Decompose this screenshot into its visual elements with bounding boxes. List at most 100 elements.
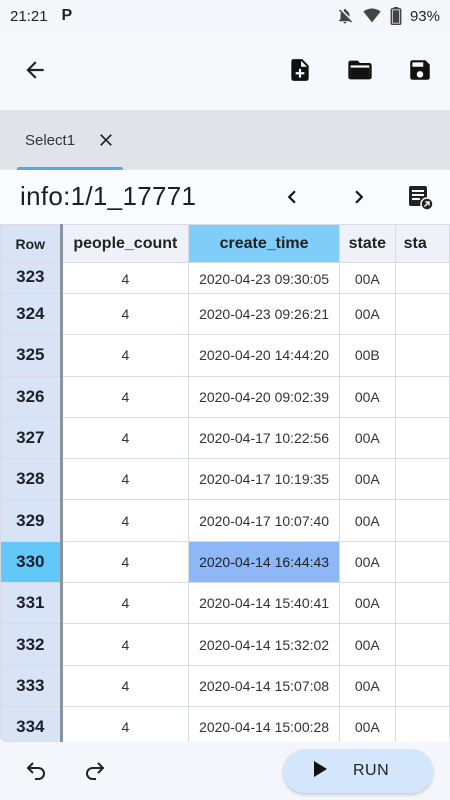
redo-button[interactable] (73, 749, 117, 793)
state-2-cell[interactable] (394, 416, 450, 460)
tab-label: Select1 (25, 131, 76, 149)
row-number-cell[interactable]: 327 (0, 416, 63, 460)
people-count-cell[interactable]: 4 (60, 664, 190, 707)
result-title: info:1/1_17771 (20, 181, 197, 211)
back-button[interactable] (13, 48, 57, 92)
state-2-cell[interactable] (394, 458, 450, 501)
tab-select1[interactable]: Select1 (17, 110, 123, 170)
create-time-cell[interactable]: 2020-04-17 10:07:40 (188, 499, 341, 542)
redo-icon (83, 759, 107, 783)
people-count-cell[interactable]: 4 (60, 334, 190, 377)
next-page-button[interactable] (337, 175, 381, 219)
table-row[interactable]: 327 4 2020-04-17 10:22:56 00A (0, 416, 450, 460)
row-number-cell[interactable]: 323 (0, 262, 63, 294)
state-2-cell[interactable] (394, 664, 450, 707)
state-2-cell[interactable] (394, 262, 450, 294)
state-cell[interactable]: 00A (339, 582, 396, 625)
state-cell[interactable]: 00A (339, 292, 396, 336)
table-row[interactable]: 332 4 2020-04-14 15:32:02 00A (0, 623, 450, 666)
state-cell[interactable]: 00A (339, 262, 396, 294)
state-2-cell[interactable] (394, 334, 450, 377)
row-number-cell[interactable]: 326 (0, 375, 63, 418)
row-number-cell[interactable]: 329 (0, 499, 63, 542)
column-header-people-count[interactable]: people_count (60, 224, 190, 263)
table-row[interactable]: 325 4 2020-04-20 14:44:20 00B (0, 334, 450, 377)
state-cell[interactable]: 00A (339, 375, 396, 418)
state-cell[interactable]: 00A (339, 623, 396, 666)
column-header-row[interactable]: Row (0, 224, 63, 263)
row-number-cell[interactable]: 324 (0, 292, 63, 336)
column-header-create-time[interactable]: create_time (188, 224, 341, 263)
row-number-cell[interactable]: 328 (0, 458, 63, 501)
column-header-state[interactable]: state (339, 224, 396, 263)
row-number-cell[interactable]: 333 (0, 664, 63, 707)
create-time-cell[interactable]: 2020-04-14 16:44:43 (188, 540, 341, 584)
state-2-cell[interactable] (394, 499, 450, 542)
row-number-cell[interactable]: 330 (0, 540, 63, 584)
people-count-cell[interactable]: 4 (60, 499, 190, 542)
undo-button[interactable] (14, 749, 58, 793)
column-header-state-2[interactable]: sta (394, 224, 450, 263)
table-row[interactable]: 334 4 2020-04-14 15:00:28 00A (0, 705, 450, 742)
open-folder-button[interactable] (338, 48, 382, 92)
state-cell[interactable]: 00A (339, 705, 396, 742)
state-cell[interactable]: 00A (339, 540, 396, 584)
create-time-cell[interactable]: 2020-04-17 10:19:35 (188, 458, 341, 501)
table-row[interactable]: 330 4 2020-04-14 16:44:43 00A (0, 540, 450, 584)
result-panel: info:1/1_17771 Row people_count create_t… (0, 170, 450, 742)
state-2-cell[interactable] (394, 705, 450, 742)
state-cell[interactable]: 00B (339, 334, 396, 377)
state-2-cell[interactable] (394, 375, 450, 418)
people-count-cell[interactable]: 4 (60, 262, 190, 294)
people-count-cell[interactable]: 4 (60, 582, 190, 625)
state-cell[interactable]: 00A (339, 416, 396, 460)
state-2-cell[interactable] (394, 292, 450, 336)
status-icons: 93% (336, 7, 440, 25)
tab-close-button[interactable] (95, 129, 117, 151)
state-2-cell[interactable] (394, 540, 450, 584)
people-count-cell[interactable]: 4 (60, 623, 190, 666)
people-count-cell[interactable]: 4 (60, 375, 190, 418)
create-time-cell[interactable]: 2020-04-20 14:44:20 (188, 334, 341, 377)
state-cell[interactable]: 00A (339, 664, 396, 707)
people-count-cell[interactable]: 4 (60, 458, 190, 501)
bottom-bar: RUN (0, 742, 450, 800)
table-export-icon (406, 183, 434, 211)
state-2-cell[interactable] (394, 623, 450, 666)
table-row[interactable]: 324 4 2020-04-23 09:26:21 00A (0, 292, 450, 336)
create-time-cell[interactable]: 2020-04-23 09:30:05 (188, 262, 341, 294)
table-options-button[interactable] (398, 175, 442, 219)
app-badge: P (61, 7, 73, 24)
undo-icon (24, 759, 48, 783)
people-count-cell[interactable]: 4 (60, 292, 190, 336)
run-button[interactable]: RUN (283, 749, 433, 793)
previous-page-button[interactable] (270, 175, 314, 219)
row-number-cell[interactable]: 332 (0, 623, 63, 666)
create-time-cell[interactable]: 2020-04-23 09:26:21 (188, 292, 341, 336)
row-number-cell[interactable]: 331 (0, 582, 63, 625)
status-bar: 21:21 P 93% (0, 0, 450, 32)
people-count-cell[interactable]: 4 (60, 705, 190, 742)
create-time-cell[interactable]: 2020-04-14 15:32:02 (188, 623, 341, 666)
people-count-cell[interactable]: 4 (60, 416, 190, 460)
new-file-button[interactable] (278, 48, 322, 92)
table-row[interactable]: 323 4 2020-04-23 09:30:05 00A (0, 262, 450, 294)
save-button[interactable] (398, 48, 442, 92)
table-row[interactable]: 328 4 2020-04-17 10:19:35 00A (0, 458, 450, 501)
data-grid[interactable]: Row people_count create_time state sta 3… (0, 224, 450, 742)
row-number-cell[interactable]: 334 (0, 705, 63, 742)
table-row[interactable]: 333 4 2020-04-14 15:07:08 00A (0, 664, 450, 707)
create-time-cell[interactable]: 2020-04-17 10:22:56 (188, 416, 341, 460)
create-time-cell[interactable]: 2020-04-14 15:40:41 (188, 582, 341, 625)
create-time-cell[interactable]: 2020-04-14 15:00:28 (188, 705, 341, 742)
state-cell[interactable]: 00A (339, 458, 396, 501)
table-row[interactable]: 326 4 2020-04-20 09:02:39 00A (0, 375, 450, 418)
table-row[interactable]: 329 4 2020-04-17 10:07:40 00A (0, 499, 450, 542)
table-row[interactable]: 331 4 2020-04-14 15:40:41 00A (0, 582, 450, 625)
row-number-cell[interactable]: 325 (0, 334, 63, 377)
state-cell[interactable]: 00A (339, 499, 396, 542)
create-time-cell[interactable]: 2020-04-20 09:02:39 (188, 375, 341, 418)
state-2-cell[interactable] (394, 582, 450, 625)
create-time-cell[interactable]: 2020-04-14 15:07:08 (188, 664, 341, 707)
people-count-cell[interactable]: 4 (60, 540, 190, 584)
